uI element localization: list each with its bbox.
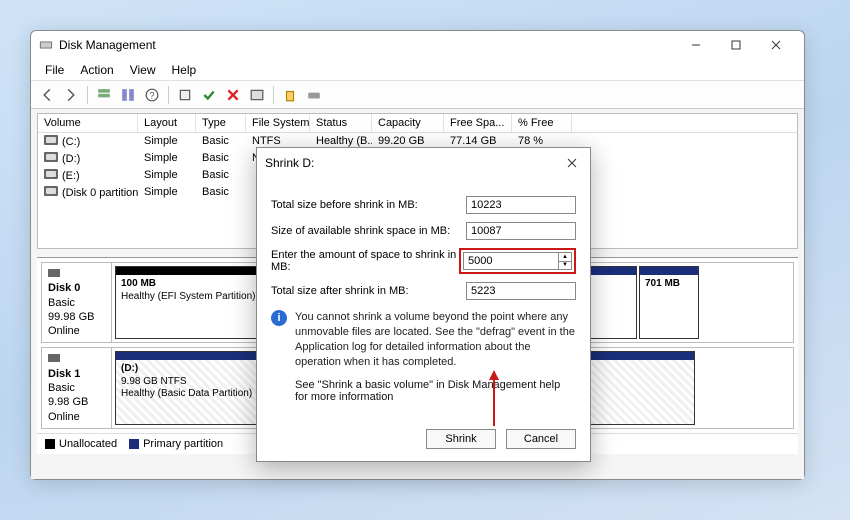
col-status[interactable]: Status: [310, 114, 372, 132]
col-fs[interactable]: File System: [246, 114, 310, 132]
avail-value: 10087: [466, 222, 576, 240]
list-icon[interactable]: [247, 85, 267, 105]
shrink-amount-input[interactable]: 5000: [463, 252, 559, 270]
annotation-arrow: [486, 368, 502, 431]
menubar: File Action View Help: [31, 59, 804, 81]
shrink-button[interactable]: Shrink: [426, 429, 496, 449]
shrink-dialog: Shrink D: Total size before shrink in MB…: [256, 147, 591, 462]
help-link-text: See "Shrink a basic volume" in Disk Mana…: [295, 379, 576, 403]
close-button[interactable]: [756, 33, 796, 57]
minimize-button[interactable]: [676, 33, 716, 57]
export-icon[interactable]: [280, 85, 300, 105]
col-volume[interactable]: Volume: [38, 114, 138, 132]
col-capacity[interactable]: Capacity: [372, 114, 444, 132]
dialog-close-button[interactable]: [562, 153, 582, 173]
check-icon[interactable]: [199, 85, 219, 105]
total-before-value: 10223: [466, 196, 576, 214]
refresh-icon[interactable]: [118, 85, 138, 105]
avail-label: Size of available shrink space in MB:: [271, 225, 466, 237]
dialog-title: Shrink D:: [265, 156, 562, 170]
partition[interactable]: 701 MB: [639, 266, 699, 339]
total-before-label: Total size before shrink in MB:: [271, 199, 466, 211]
col-type[interactable]: Type: [196, 114, 246, 132]
col-free[interactable]: Free Spa...: [444, 114, 512, 132]
menu-help[interactable]: Help: [164, 61, 205, 79]
disk-icon[interactable]: [304, 85, 324, 105]
info-icon: i: [271, 310, 287, 326]
info-text: You cannot shrink a volume beyond the po…: [295, 310, 576, 369]
shrink-spinner[interactable]: ▲▼: [559, 252, 572, 270]
forward-icon[interactable]: [61, 85, 81, 105]
back-icon[interactable]: [37, 85, 57, 105]
app-icon: [39, 38, 53, 52]
col-layout[interactable]: Layout: [138, 114, 196, 132]
cancel-button[interactable]: Cancel: [506, 429, 576, 449]
legend-primary: Primary partition: [143, 438, 223, 450]
help-icon[interactable]: ?: [142, 85, 162, 105]
delete-icon[interactable]: [223, 85, 243, 105]
after-label: Total size after shrink in MB:: [271, 285, 466, 297]
partition[interactable]: 100 MBHealthy (EFI System Partition): [115, 266, 275, 339]
after-value: 5223: [466, 282, 576, 300]
enter-label: Enter the amount of space to shrink in M…: [271, 249, 459, 273]
view-icon[interactable]: [94, 85, 114, 105]
window-title: Disk Management: [59, 38, 676, 52]
col-pct[interactable]: % Free: [512, 114, 572, 132]
titlebar: Disk Management: [31, 31, 804, 59]
properties-icon[interactable]: [175, 85, 195, 105]
legend-unalloc: Unallocated: [59, 438, 117, 450]
menu-file[interactable]: File: [37, 61, 72, 79]
svg-text:?: ?: [149, 90, 154, 100]
toolbar: ?: [31, 81, 804, 109]
menu-view[interactable]: View: [122, 61, 164, 79]
menu-action[interactable]: Action: [72, 61, 121, 79]
maximize-button[interactable]: [716, 33, 756, 57]
